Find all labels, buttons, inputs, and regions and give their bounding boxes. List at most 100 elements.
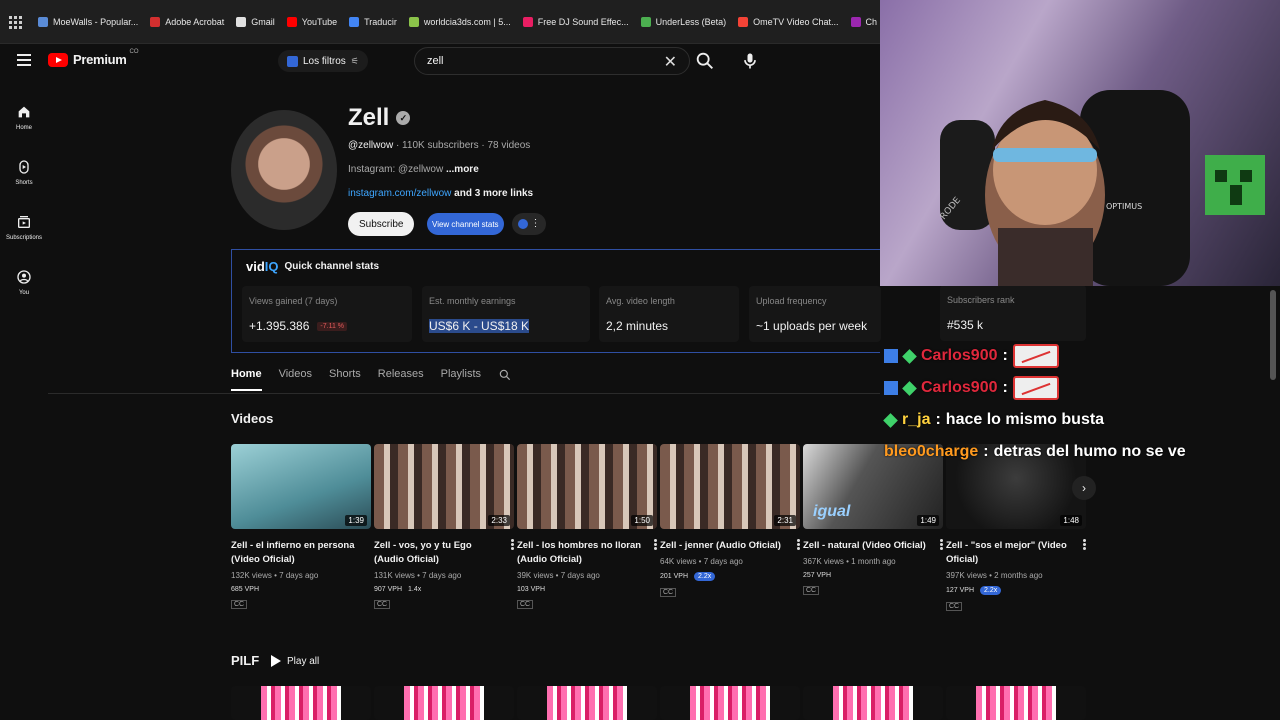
video-title[interactable]: Zell - el infierno en persona (Video Ofi… [231, 539, 359, 567]
channel-avatar[interactable] [231, 110, 337, 230]
badge-icon [884, 381, 898, 395]
logo-text: Premium [73, 52, 127, 67]
filters-button[interactable]: Los filtros ⚟ [278, 50, 368, 72]
bookmark-label: YouTube [301, 16, 338, 27]
subscribe-button[interactable]: Subscribe [348, 212, 415, 236]
video-thumbnail[interactable]: 1:39 [231, 444, 371, 529]
playlist-video-thumbnail[interactable] [803, 686, 943, 720]
video-title[interactable]: Zell - vos, yo y tu Ego (Audio Oficial) [374, 539, 502, 567]
channel-name: Zell [348, 104, 390, 131]
more-options-icon[interactable] [797, 539, 800, 550]
shelf-next-arrow-icon[interactable]: › [1072, 476, 1096, 500]
more-options-icon[interactable] [654, 539, 657, 550]
diamond-badge-icon [902, 380, 917, 396]
vidiq-icon [517, 219, 528, 229]
bookmark-item[interactable]: Traducir [343, 12, 403, 32]
bookmark-item[interactable]: Adobe Acrobat [144, 12, 230, 32]
video-duration: 2:31 [774, 515, 796, 526]
tab-videos[interactable]: Videos [279, 365, 312, 391]
channel-search-icon[interactable] [498, 368, 512, 382]
video-duration: 1:50 [631, 515, 653, 526]
sidebar-item-you[interactable]: You [0, 255, 48, 310]
vidiq-menu-button[interactable]: ⋮ [512, 213, 546, 235]
youtube-premium-logo[interactable]: Premium CO [48, 49, 141, 67]
playlist-title[interactable]: PILF [231, 653, 259, 668]
view-channel-stats-button[interactable]: View channel stats [427, 213, 504, 235]
stat-value: US$6 K - US$18 K [429, 319, 530, 333]
bookmark-item[interactable]: worldcia3ds.com | 5... [403, 12, 517, 32]
video-title[interactable]: Zell - los hombres no lloran (Audio Ofic… [517, 539, 645, 567]
verified-check-icon: ✓ [396, 111, 411, 125]
search-input[interactable]: zell ✕ [414, 47, 690, 75]
bookmark-item[interactable]: YouTube [281, 12, 343, 32]
cc-badge: CC [803, 586, 820, 595]
more-links[interactable]: and 3 more links [454, 188, 533, 199]
video-card[interactable]: 1:48 Zell - "sos el mejor" (Video Oficia… [946, 444, 1086, 613]
more-options-icon[interactable] [1083, 539, 1086, 550]
video-card[interactable]: 1:39 Zell - el infierno en persona (Vide… [231, 444, 371, 611]
vidiq-vid: vid [246, 259, 265, 274]
clear-search-icon[interactable]: ✕ [664, 52, 677, 72]
bookmark-item[interactable]: UnderLess (Beta) [635, 12, 733, 32]
video-card[interactable]: 1:50 Zell - los hombres no lloran (Audio… [517, 444, 657, 611]
cc-badge: CC [517, 600, 534, 609]
chat-username: Carlos900 [921, 347, 998, 364]
videos-section-title[interactable]: Videos [231, 411, 273, 426]
sidebar-item-shorts[interactable]: Shorts [0, 145, 48, 200]
bookmark-label: Adobe Acrobat [165, 16, 225, 27]
instagram-link[interactable]: instagram.com/zellwow [348, 188, 451, 199]
video-title[interactable]: Zell - "sos el mejor" (Video Oficial) [946, 539, 1074, 567]
mic-icon[interactable] [740, 50, 760, 72]
search-icon[interactable] [694, 50, 716, 72]
page-scrollbar[interactable] [1270, 290, 1276, 380]
stat-change-badge: -7.11 % [317, 321, 348, 331]
bookmark-item[interactable]: Ch [845, 12, 880, 32]
cc-badge: CC [660, 588, 677, 597]
video-title[interactable]: Zell - jenner (Audio Oficial) [660, 539, 788, 553]
tab-playlists[interactable]: Playlists [441, 365, 481, 391]
more-options-icon[interactable] [511, 539, 514, 550]
bookmark-favicon-icon [150, 16, 161, 27]
more-options-icon[interactable] [940, 539, 943, 550]
bookmark-item[interactable]: MoeWalls - Popular... [32, 12, 144, 32]
sidebar-item-label: Home [15, 125, 32, 131]
playlist-video-thumbnail[interactable] [231, 686, 371, 720]
tab-releases[interactable]: Releases [378, 365, 424, 391]
chat-username: bleo0charge [884, 443, 979, 460]
playlist-video-thumbnail[interactable] [660, 686, 800, 720]
apps-grid-icon[interactable] [6, 13, 24, 31]
video-card[interactable]: 2:31 Zell - jenner (Audio Oficial) 64K v… [660, 444, 800, 599]
pilf-cover-art [404, 686, 484, 720]
bookmark-favicon-icon [236, 16, 247, 27]
channel-description[interactable]: Instagram: @zellwow ...more [348, 164, 479, 175]
webcam-scene: RODE OPTIMUS [939, 90, 1265, 286]
bookmark-item[interactable]: Free DJ Sound Effec... [517, 12, 635, 32]
bookmark-label: MoeWalls - Popular... [53, 16, 139, 27]
channel-title: Zell ✓ [348, 104, 411, 132]
stats-header: vidIQ Quick channel stats [246, 259, 379, 274]
stat-label: Avg. video length [606, 296, 675, 306]
video-card[interactable]: 2:33 Zell - vos, yo y tu Ego (Audio Ofic… [374, 444, 514, 611]
bookmark-item[interactable]: Gmail [230, 12, 281, 32]
bookmark-item[interactable]: OmeTV Video Chat... [732, 12, 844, 32]
tab-home[interactable]: Home [231, 365, 262, 391]
tab-shorts[interactable]: Shorts [329, 365, 361, 391]
video-thumbnail[interactable]: 2:31 [660, 444, 800, 529]
vph-badge: 201 VPH [660, 573, 689, 580]
bookmark-favicon-icon [286, 16, 297, 27]
video-thumbnail[interactable]: 2:33 [374, 444, 514, 529]
video-title[interactable]: Zell - natural (Video Oficial) [803, 539, 931, 553]
bookmark-favicon-icon [640, 16, 651, 27]
playlist-video-thumbnail[interactable] [374, 686, 514, 720]
channel-handle: @zellwow [348, 140, 394, 151]
stat-label: Views gained (7 days) [249, 296, 338, 306]
playlist-video-thumbnail[interactable] [946, 686, 1086, 720]
play-all-button[interactable]: Play all [271, 653, 319, 669]
sidebar-item-subscriptions[interactable]: Subscriptions [0, 200, 48, 255]
sidebar-item-home[interactable]: Home [0, 90, 48, 145]
menu-hamburger-icon[interactable] [17, 54, 31, 66]
video-duration: 1:48 [1060, 515, 1082, 526]
video-thumbnail[interactable]: 1:50 [517, 444, 657, 529]
more-link[interactable]: ...more [446, 164, 479, 175]
playlist-video-thumbnail[interactable] [517, 686, 657, 720]
